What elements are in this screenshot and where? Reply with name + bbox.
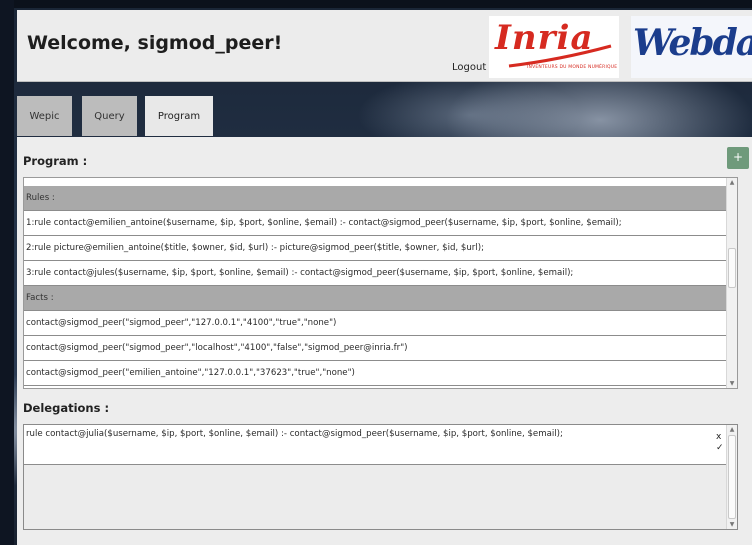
delegation-item: rule contact@julia($username, $ip, $port… — [24, 425, 728, 465]
delegations-heading: Delegations : — [23, 401, 110, 415]
inria-logo-text: Inria — [495, 18, 594, 58]
delegations-scroll-thumb[interactable] — [728, 435, 736, 519]
top-edge — [0, 0, 752, 8]
fact-row[interactable]: contact@sigmod_peer("sigmod_peer","local… — [24, 336, 728, 361]
scroll-down-icon[interactable]: ▼ — [727, 379, 737, 388]
tab-query[interactable]: Query — [82, 96, 137, 136]
tab-wepic[interactable]: Wepic — [17, 96, 72, 136]
inria-logo: Inria INVENTEURS DU MONDE NUMÉRIQUE — [489, 16, 619, 78]
program-scroll-thumb[interactable] — [728, 248, 736, 288]
reject-delegation-button[interactable]: x — [716, 432, 721, 442]
rule-row[interactable]: 1:rule contact@emilien_antoine($username… — [24, 211, 728, 236]
delegation-text: rule contact@julia($username, $ip, $port… — [26, 429, 563, 439]
program-scrollbar[interactable]: ▲ ▼ — [726, 178, 737, 388]
rule-row[interactable]: 2:rule picture@emilien_antoine($title, $… — [24, 236, 728, 261]
scroll-up-icon[interactable]: ▲ — [727, 425, 737, 434]
left-edge — [0, 0, 14, 545]
accept-delegation-button[interactable]: ✓ — [716, 443, 724, 453]
inria-tagline: INVENTEURS DU MONDE NUMÉRIQUE — [527, 65, 618, 70]
scroll-down-icon[interactable]: ▼ — [727, 520, 737, 529]
program-heading: Program : — [23, 154, 88, 168]
welcome-title: Welcome, sigmod_peer! — [27, 32, 283, 54]
webdam-logo-text: Webdam — [633, 22, 752, 64]
program-list: Rules : 1:rule contact@emilien_antoine($… — [23, 177, 738, 389]
page-header: Welcome, sigmod_peer! Logout Inria INVEN… — [17, 10, 752, 82]
fact-row[interactable]: contact@sigmod_peer("emilien_antoine","1… — [24, 361, 728, 386]
rules-header: Rules : — [24, 186, 728, 211]
tab-program[interactable]: Program — [145, 96, 213, 136]
add-program-button[interactable]: + — [727, 147, 749, 169]
delegations-scrollbar[interactable]: ▲ ▼ — [726, 425, 737, 529]
fact-row[interactable]: contact@sigmod_peer("sigmod_peer","127.0… — [24, 311, 728, 336]
webdam-logo: Webdam — [631, 16, 752, 78]
scroll-up-icon[interactable]: ▲ — [727, 178, 737, 187]
facts-header: Facts : — [24, 286, 728, 311]
delegations-list: rule contact@julia($username, $ip, $port… — [23, 424, 738, 530]
rule-row[interactable]: 3:rule contact@jules($username, $ip, $po… — [24, 261, 728, 286]
logout-link[interactable]: Logout — [452, 62, 486, 73]
program-panel: Program : + Rules : 1:rule contact@emili… — [17, 137, 752, 545]
